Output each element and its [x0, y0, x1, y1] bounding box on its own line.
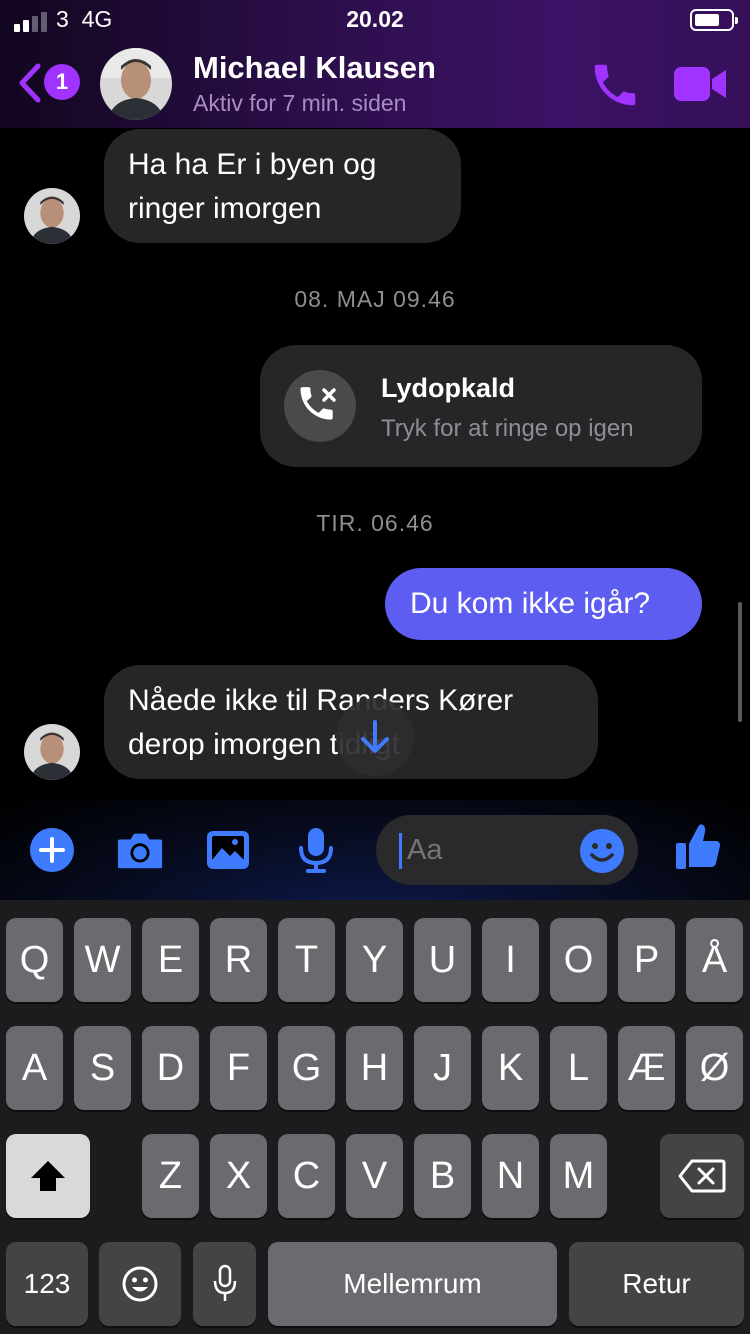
chevron-left-icon [19, 63, 41, 103]
key-j[interactable]: J [414, 1026, 471, 1110]
scroll-to-bottom-button[interactable] [336, 698, 414, 776]
timestamp: TIR. 06.46 [316, 510, 434, 536]
emoji-icon [122, 1266, 158, 1302]
call-subtitle: Tryk for at ringe op igen [381, 415, 634, 442]
key-x[interactable]: X [210, 1134, 267, 1218]
key-z[interactable]: Z [142, 1134, 199, 1218]
microphone-icon [213, 1264, 236, 1301]
microphone-icon [299, 828, 333, 873]
key-y[interactable]: Y [346, 918, 403, 1002]
key-å[interactable]: Å [686, 918, 743, 1002]
key-u[interactable]: U [414, 918, 471, 1002]
message-field[interactable] [407, 834, 567, 867]
plus-icon [30, 828, 74, 872]
scrollbar[interactable] [738, 602, 742, 722]
missed-call-icon [284, 370, 356, 442]
return-key[interactable]: Retur [569, 1242, 744, 1326]
audio-call-button[interactable] [588, 58, 642, 112]
emoji-keyboard-key[interactable] [99, 1242, 181, 1326]
key-m[interactable]: M [550, 1134, 607, 1218]
emoji-icon [580, 829, 624, 873]
key-ø[interactable]: Ø [686, 1026, 743, 1110]
arrow-down-icon [361, 720, 389, 753]
battery-icon [690, 9, 738, 31]
sender-avatar[interactable] [24, 724, 80, 780]
camera-icon [117, 833, 163, 869]
text-cursor [399, 833, 402, 869]
timestamp: 08. MAJ 09.46 [294, 286, 456, 312]
key-g[interactable]: G [278, 1026, 335, 1110]
contact-name[interactable]: Michael Klausen [193, 50, 436, 86]
message-text: Du kom ikke igår? [410, 587, 651, 620]
shift-key[interactable] [6, 1134, 90, 1218]
key-b[interactable]: B [414, 1134, 471, 1218]
key-s[interactable]: S [74, 1026, 131, 1110]
key-v[interactable]: V [346, 1134, 403, 1218]
clock: 20.02 [346, 6, 404, 32]
delete-icon [678, 1159, 726, 1193]
key-f[interactable]: F [210, 1026, 267, 1110]
dictation-key[interactable] [193, 1242, 256, 1326]
person-photo-icon [24, 188, 80, 244]
key-e[interactable]: E [142, 918, 199, 1002]
gallery-button[interactable] [204, 826, 252, 874]
incoming-message[interactable]: Ha ha Er i byen og ringer imorgen [104, 129, 461, 243]
sender-avatar[interactable] [24, 188, 80, 244]
video-call-button[interactable] [670, 60, 730, 110]
backspace-key[interactable] [660, 1134, 744, 1218]
space-key[interactable]: Mellemrum [268, 1242, 557, 1326]
key-o[interactable]: O [550, 918, 607, 1002]
key-q[interactable]: Q [6, 918, 63, 1002]
thumbs-up-icon [676, 824, 720, 869]
key-h[interactable]: H [346, 1026, 403, 1110]
key-k[interactable]: K [482, 1026, 539, 1110]
numbers-key[interactable]: 123 [6, 1242, 88, 1326]
key-a[interactable]: A [6, 1026, 63, 1110]
status-bar: 3 4G 20.02 [0, 0, 750, 40]
more-actions-button[interactable] [28, 826, 76, 874]
like-button[interactable] [674, 822, 722, 870]
missed-call-card[interactable]: Lydopkald Tryk for at ringe op igen [260, 345, 702, 467]
person-photo-icon [100, 48, 172, 120]
camera-button[interactable] [116, 826, 164, 874]
key-l[interactable]: L [550, 1026, 607, 1110]
outgoing-message[interactable]: Du kom ikke igår? [385, 568, 702, 640]
key-d[interactable]: D [142, 1026, 199, 1110]
key-r[interactable]: R [210, 918, 267, 1002]
key-n[interactable]: N [482, 1134, 539, 1218]
emoji-button[interactable] [579, 828, 625, 874]
contact-status: Aktiv for 7 min. siden [193, 90, 407, 116]
key-c[interactable]: C [278, 1134, 335, 1218]
gallery-icon [207, 831, 249, 869]
voice-message-button[interactable] [292, 826, 340, 874]
video-camera-icon [674, 67, 726, 101]
message-text: ringer imorgen [128, 192, 322, 225]
key-i[interactable]: I [482, 918, 539, 1002]
contact-avatar[interactable] [100, 48, 172, 120]
shift-icon [31, 1161, 65, 1191]
key-æ[interactable]: Æ [618, 1026, 675, 1110]
message-input[interactable] [376, 815, 638, 885]
call-title: Lydopkald [381, 373, 516, 403]
key-p[interactable]: P [618, 918, 675, 1002]
phone-icon [594, 64, 636, 106]
message-text: Ha ha Er i byen og [128, 148, 377, 181]
key-t[interactable]: T [278, 918, 335, 1002]
person-photo-icon [24, 724, 80, 780]
key-w[interactable]: W [74, 918, 131, 1002]
unread-badge[interactable]: 1 [44, 64, 80, 100]
